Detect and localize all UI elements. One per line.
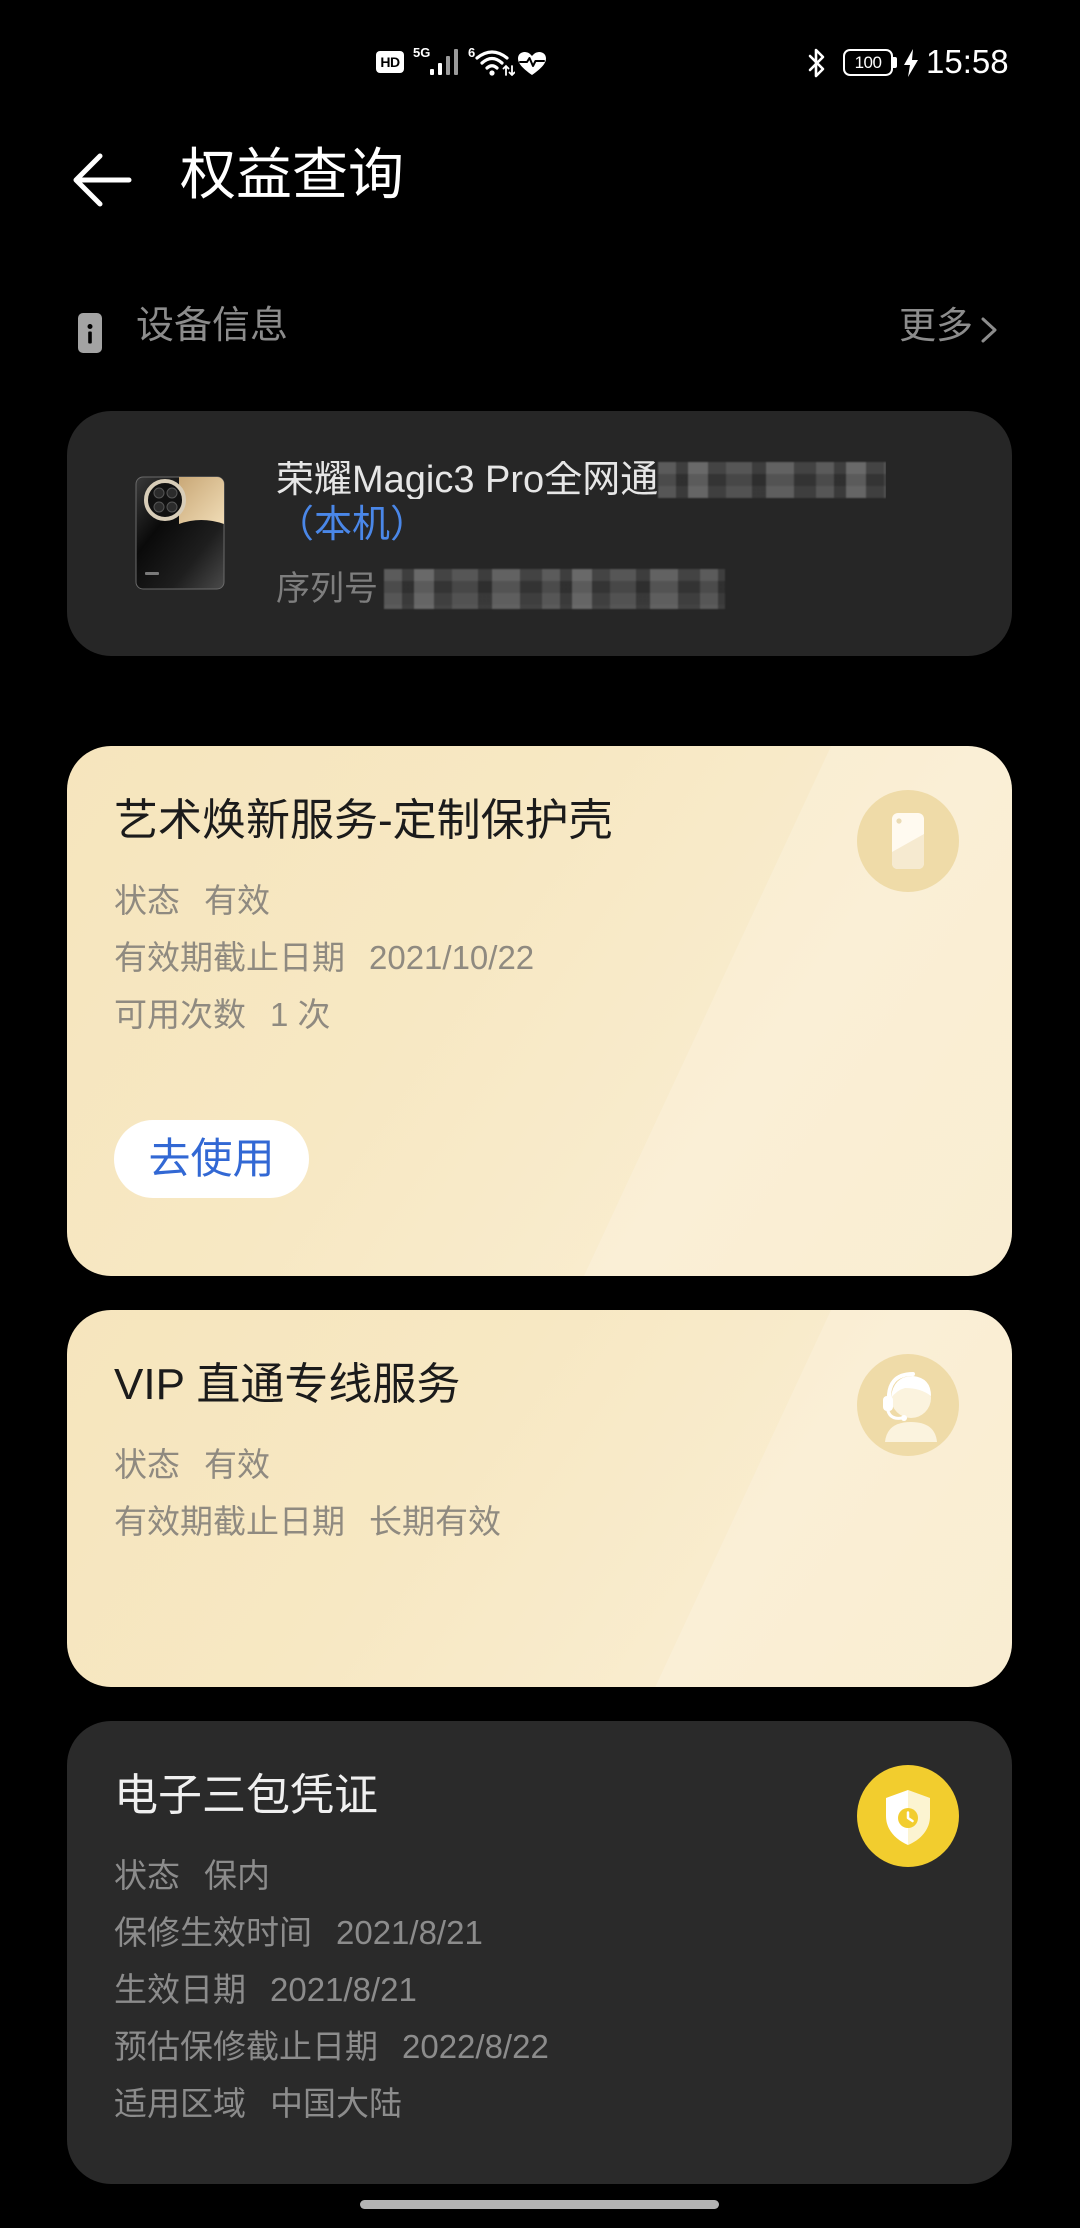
row-label: 有效期截止日期 <box>114 939 345 976</box>
row-label: 有效期截止日期 <box>114 1503 345 1540</box>
benefits-query-screen: HD 5G 6 100 15:58 权益查询 设备信息 更多 荣耀Magic3 … <box>0 0 1080 2228</box>
row-label: 预估保修截止日期 <box>114 2028 378 2065</box>
page-title: 权益查询 <box>180 143 404 206</box>
status-row: 状态 有效 <box>114 884 534 941</box>
row-value: 2022/8/22 <box>402 2028 549 2065</box>
row-label: 状态 <box>114 882 180 919</box>
phone-image <box>135 476 225 590</box>
health-icon <box>518 52 546 75</box>
row-label: 状态 <box>114 1857 180 1894</box>
charging-icon <box>904 49 918 77</box>
row-label: 保修生效时间 <box>114 1914 312 1951</box>
row-value: 中国大陆 <box>270 2085 402 2122</box>
wifi-icon <box>475 50 515 76</box>
home-indicator[interactable] <box>360 2200 719 2209</box>
benefit-details: 状态 有效 有效期截止日期 长期有效 <box>114 1448 501 1562</box>
row-label: 生效日期 <box>114 1971 246 2008</box>
benefit-details: 状态 保内 保修生效时间 2021/8/21 生效日期 2021/8/21 预估… <box>114 1859 549 2144</box>
more-link[interactable]: 更多 <box>899 307 973 344</box>
phone-case-icon <box>857 790 959 892</box>
row-value: 长期有效 <box>369 1503 501 1540</box>
row-label: 可用次数 <box>114 996 246 1033</box>
cellular-signal-icon <box>430 49 458 75</box>
row-value: 保内 <box>204 1857 270 1894</box>
warranty-shield-icon <box>857 1765 959 1867</box>
serial-label: 序列号 <box>276 570 378 608</box>
benefit-card-warranty[interactable]: 电子三包凭证 状态 保内 保修生效时间 2021/8/21 生效日期 2021/… <box>67 1721 1012 2184</box>
battery-icon: 100 <box>843 49 893 76</box>
benefit-title: 艺术焕新服务-定制保护壳 <box>114 796 613 845</box>
expiry-date-row: 有效期截止日期 2021/10/22 <box>114 941 534 998</box>
serial-number-row: 序列号 <box>276 569 725 609</box>
network-type-label: 5G <box>413 45 431 60</box>
redacted-block <box>658 462 887 498</box>
region-row: 适用区域 中国大陆 <box>114 2087 549 2144</box>
device-card: 荣耀Magic3 Pro全网通 （本机） 序列号 <box>67 411 1012 656</box>
benefit-title: VIP 直通专线服务 <box>114 1360 461 1409</box>
row-value: 2021/10/22 <box>369 939 535 976</box>
effective-date-row: 生效日期 2021/8/21 <box>114 1973 549 2030</box>
battery-nub <box>893 57 897 68</box>
row-label: 状态 <box>114 1446 180 1483</box>
chevron-right-icon[interactable] <box>980 316 998 344</box>
row-value: 有效 <box>204 1446 270 1483</box>
row-value: 2021/8/21 <box>336 1914 483 1951</box>
device-name: 荣耀Magic3 Pro全网通 <box>276 461 659 499</box>
device-name-row: 荣耀Magic3 Pro全网通 <box>276 461 887 499</box>
section-title-device-info: 设备信息 <box>136 305 289 347</box>
remaining-uses-row: 可用次数 1 次 <box>114 998 534 1055</box>
battery-level: 100 <box>854 53 882 72</box>
clock-time: 15:58 <box>926 43 1009 80</box>
customer-service-icon <box>857 1354 959 1456</box>
use-now-button[interactable]: 去使用 <box>114 1120 309 1198</box>
status-row: 状态 保内 <box>114 1859 549 1916</box>
warranty-start-row: 保修生效时间 2021/8/21 <box>114 1916 549 1973</box>
row-label: 适用区域 <box>114 2085 246 2122</box>
row-value: 1 次 <box>270 996 331 1033</box>
device-info-icon <box>78 313 102 353</box>
this-device-label: （本机） <box>276 504 429 546</box>
warranty-end-row: 预估保修截止日期 2022/8/22 <box>114 2030 549 2087</box>
benefit-card-art-refresh[interactable]: 艺术焕新服务-定制保护壳 状态 有效 有效期截止日期 2021/10/22 可用… <box>67 746 1012 1276</box>
status-row: 状态 有效 <box>114 1448 501 1505</box>
row-value: 有效 <box>204 882 270 919</box>
expiry-date-row: 有效期截止日期 长期有效 <box>114 1505 501 1562</box>
benefit-card-vip-line[interactable]: VIP 直通专线服务 状态 有效 有效期截止日期 长期有效 <box>67 1310 1012 1687</box>
benefit-details: 状态 有效 有效期截止日期 2021/10/22 可用次数 1 次 <box>114 884 534 1055</box>
redacted-block <box>384 569 725 609</box>
hd-badge: HD <box>376 51 404 73</box>
back-arrow-icon[interactable] <box>72 151 132 209</box>
benefit-title: 电子三包凭证 <box>114 1771 378 1820</box>
row-value: 2021/8/21 <box>270 1971 417 2008</box>
bluetooth-icon <box>808 48 825 78</box>
